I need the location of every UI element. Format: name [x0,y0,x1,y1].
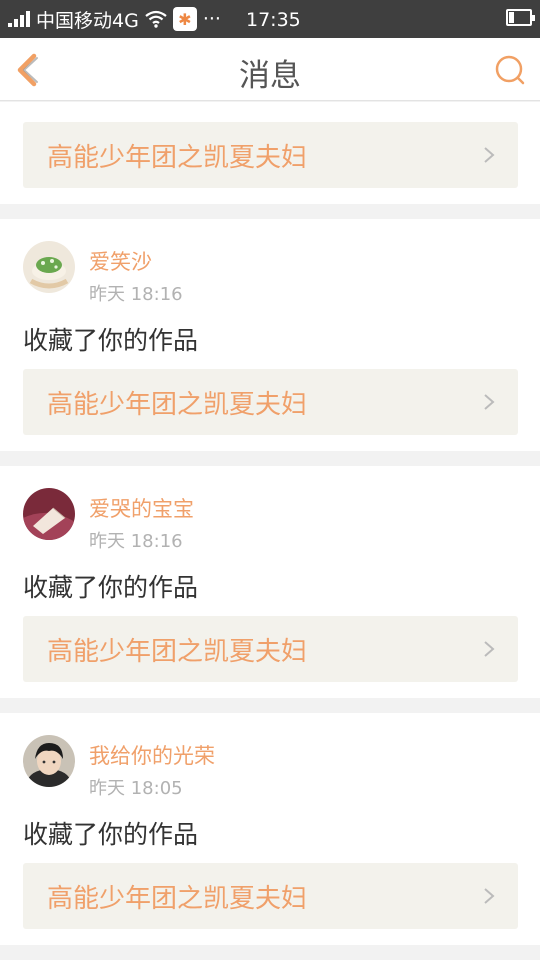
work-link[interactable]: 高能少年团之凯夏夫妇 [23,369,518,435]
work-title: 高能少年团之凯夏夫妇 [47,390,308,420]
message-text: 收藏了你的作品 [23,573,199,602]
username[interactable]: 我给你的光荣 [89,740,215,770]
status-left: 中国移动4G ✱ ··· [8,7,221,32]
message-card: 爱笑沙 昨天 18:16 收藏了你的作品 高能少年团之凯夏夫妇 [0,219,540,451]
avatar[interactable] [23,241,75,293]
message-text: 收藏了你的作品 [23,820,199,849]
work-title: 高能少年团之凯夏夫妇 [47,884,308,914]
message-card: 我给你的光荣 昨天 18:05 收藏了你的作品 高能少年团之凯夏夫妇 [0,713,540,945]
timestamp: 昨天 18:05 [89,778,183,799]
timestamp: 昨天 18:16 [89,531,183,552]
message-text: 收藏了你的作品 [23,326,199,355]
avatar[interactable] [23,488,75,540]
username[interactable]: 爱哭的宝宝 [89,493,194,523]
username[interactable]: 爱笑沙 [89,246,152,276]
chevron-right-icon [484,147,495,163]
chevron-right-icon [484,888,495,904]
more-notifications: ··· [202,8,221,30]
status-bar: 中国移动4G ✱ ··· 17:35 [0,0,540,38]
chevron-right-icon [484,394,495,410]
message-card: 爱哭的宝宝 昨天 18:16 收藏了你的作品 高能少年团之凯夏夫妇 [0,466,540,698]
battery-icon [506,9,535,26]
carrier-label: 中国移动4G [36,9,139,32]
nav-bar: 消息 [0,38,540,101]
message-card: 高能少年团之凯夏夫妇 [0,102,540,204]
signal-icon [8,11,30,27]
search-icon[interactable] [492,52,528,88]
work-link[interactable]: 高能少年团之凯夏夫妇 [23,863,518,929]
wifi-icon [145,10,167,28]
work-title: 高能少年团之凯夏夫妇 [47,143,308,173]
app-notification-icon: ✱ [172,7,197,31]
avatar[interactable] [23,735,75,787]
clock: 17:35 [246,9,301,31]
work-link[interactable]: 高能少年团之凯夏夫妇 [23,616,518,682]
work-title: 高能少年团之凯夏夫妇 [47,637,308,667]
chevron-right-icon [484,641,495,657]
work-link[interactable]: 高能少年团之凯夏夫妇 [23,122,518,188]
timestamp: 昨天 18:16 [89,284,183,305]
page-title: 消息 [239,58,301,94]
